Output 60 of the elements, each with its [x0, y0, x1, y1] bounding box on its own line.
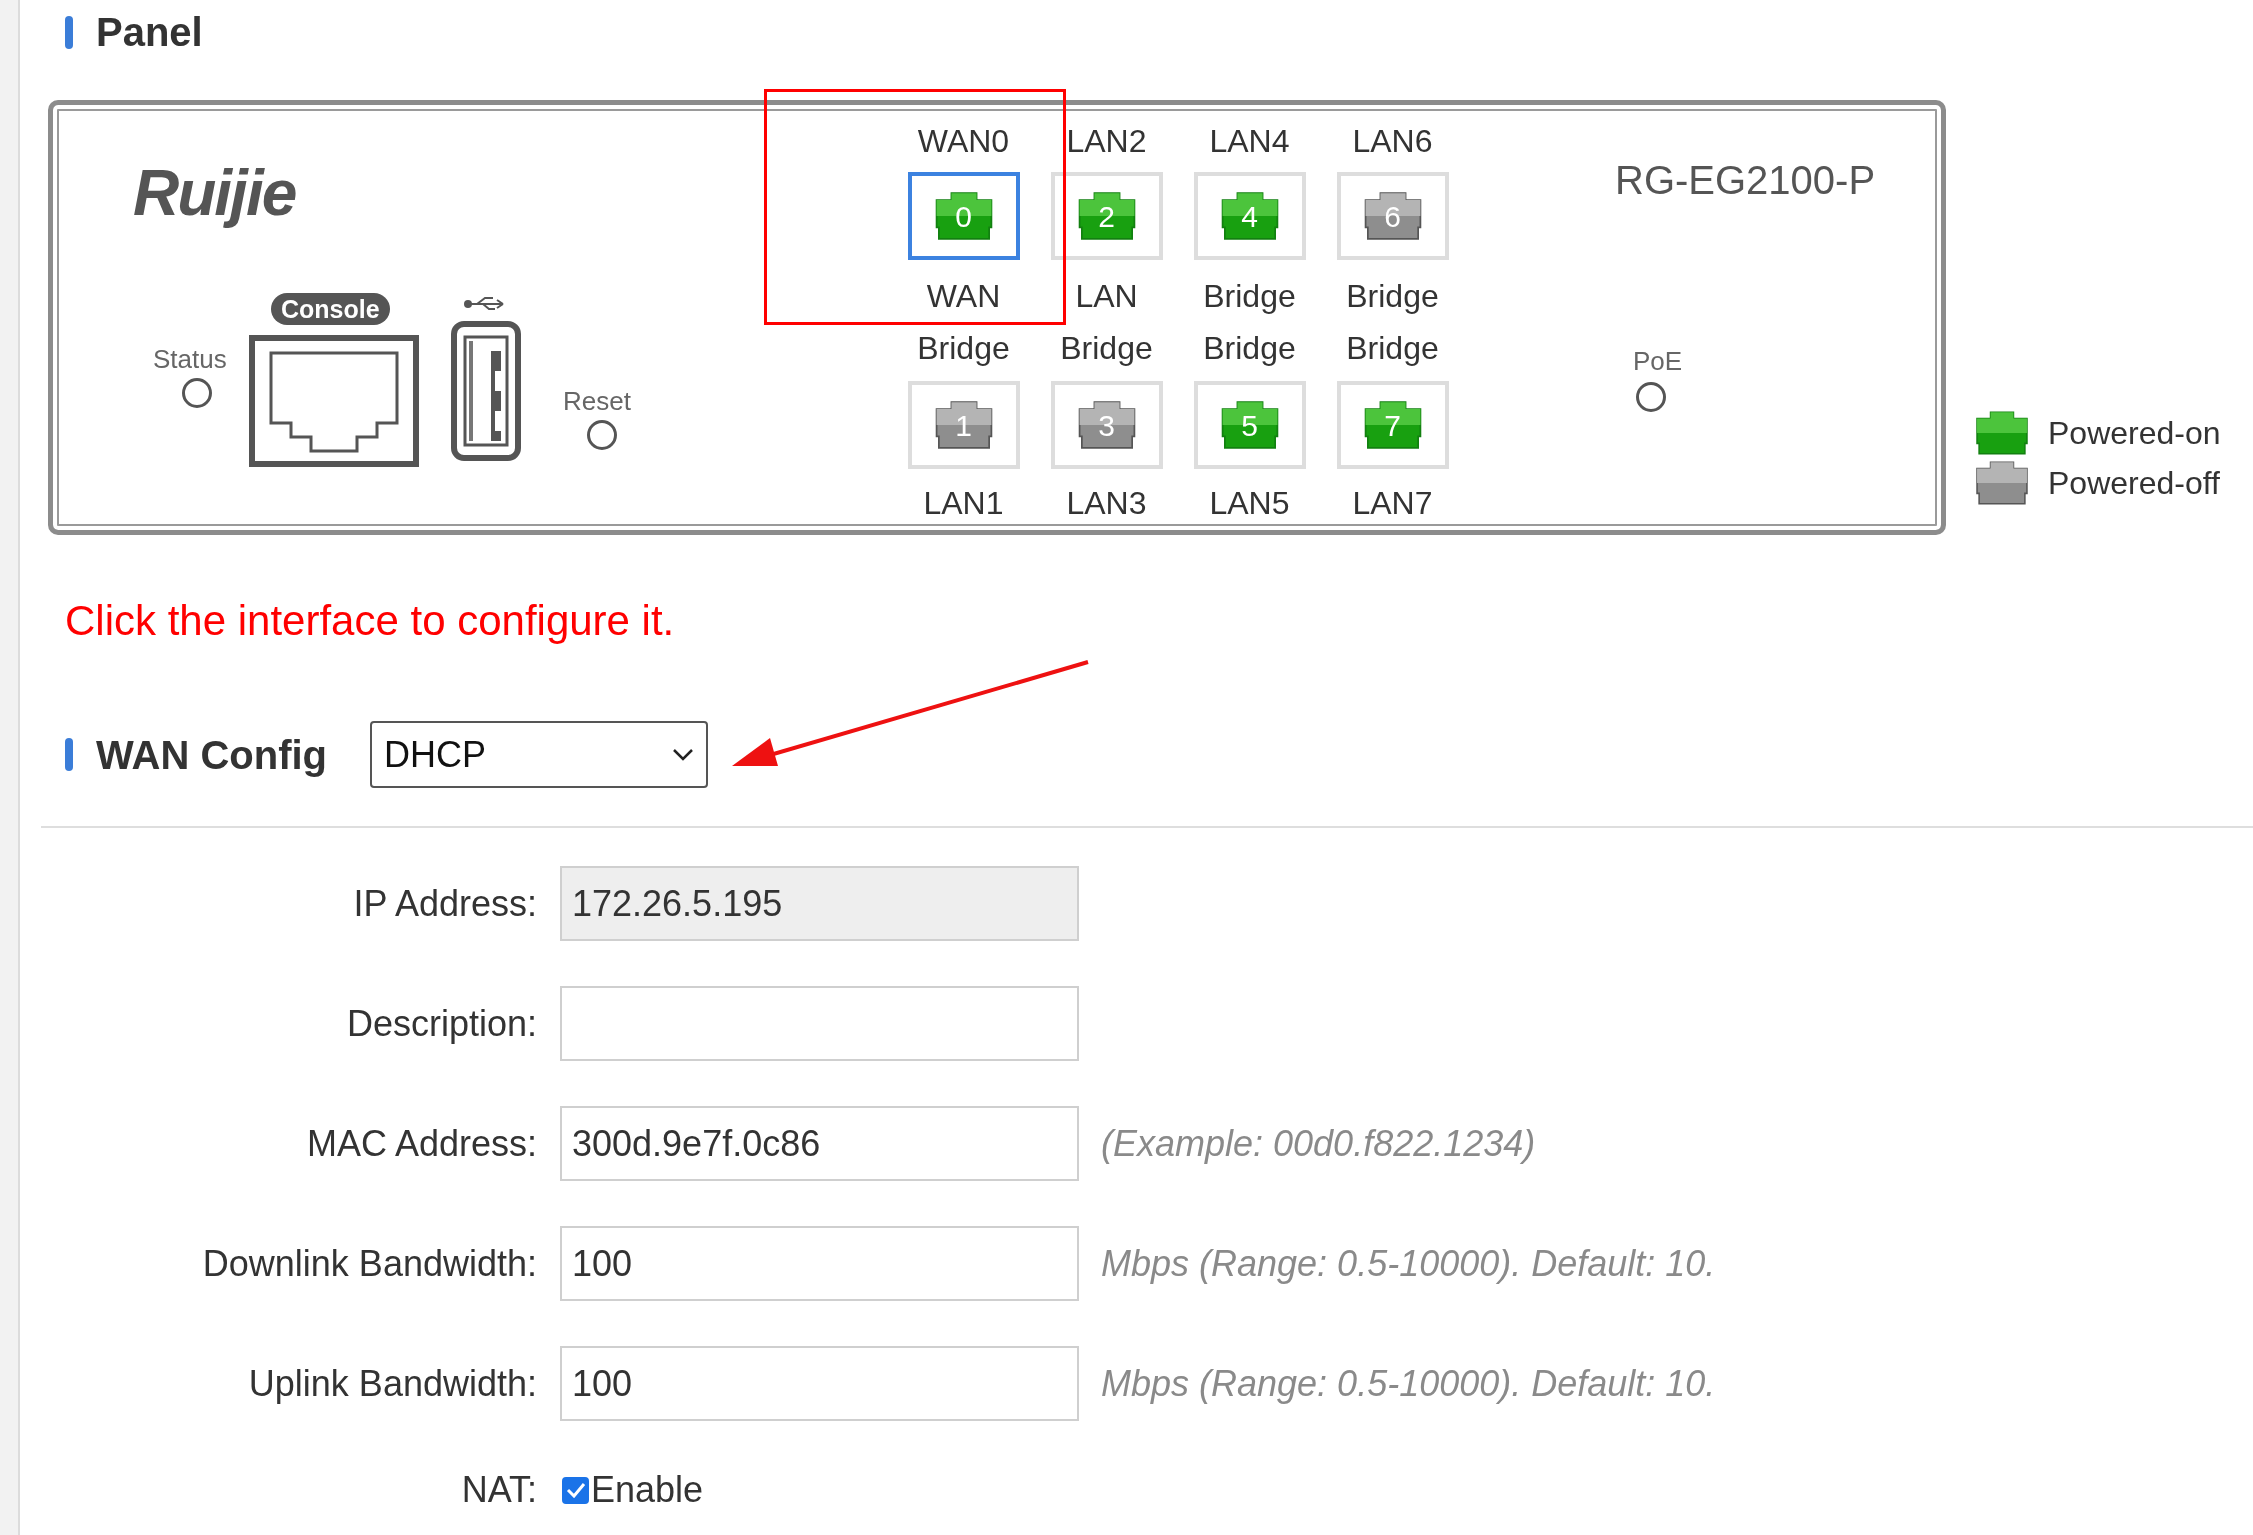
field-label: NAT:	[460, 1468, 537, 1512]
port-name: LAN1	[923, 484, 1004, 523]
port-button[interactable]: 6	[1336, 172, 1449, 260]
checkmark-icon	[565, 1482, 586, 1498]
port-name: LAN6	[1352, 122, 1433, 161]
field-hint: Mbps (Range: 0.5-10000). Default: 10.	[1101, 1241, 1716, 1286]
port-role: Bridge	[1060, 329, 1153, 368]
indicator-light-icon	[1636, 382, 1666, 412]
field-label: IP Address:	[352, 881, 537, 926]
poe-label: PoE	[1633, 345, 1683, 377]
heading-accent-bar	[65, 738, 73, 771]
status-label: Status	[153, 343, 227, 375]
port-button[interactable]: 1	[907, 381, 1020, 469]
port-role: Bridge	[1203, 277, 1296, 316]
model-name: RG-EG2100-P	[1615, 157, 1876, 204]
input-field[interactable]: 100	[560, 1346, 1079, 1421]
legend-label: Powered-on	[2048, 414, 2221, 453]
field-hint: Mbps (Range: 0.5-10000). Default: 10.	[1101, 1361, 1716, 1406]
input-field[interactable]: 300d.9e7f.0c86	[560, 1106, 1079, 1181]
port-name: LAN3	[1066, 484, 1147, 523]
port-name: LAN2	[1066, 122, 1147, 161]
port-button[interactable]: 3	[1050, 381, 1163, 469]
checkbox-label: Enable	[591, 1468, 704, 1512]
instruction-text: Click the interface to configure it.	[65, 596, 676, 646]
usb-port-icon	[451, 321, 521, 461]
section-title: WAN Config	[96, 734, 328, 775]
port-role: LAN	[1075, 277, 1138, 316]
port-name: LAN5	[1209, 484, 1290, 523]
field-label: Uplink Bandwidth:	[247, 1361, 537, 1406]
port-button[interactable]: 7	[1336, 381, 1449, 469]
nat-checkbox[interactable]	[562, 1476, 589, 1504]
field-label: Description:	[345, 1001, 537, 1046]
field-hint: (Example: 00d0.f822.1234)	[1101, 1121, 1536, 1166]
input-field[interactable]: 100	[560, 1226, 1079, 1301]
reset-hole-icon	[587, 420, 617, 450]
port-name: LAN7	[1352, 484, 1433, 523]
console-port-icon	[249, 335, 419, 467]
port-button[interactable]: 5	[1193, 381, 1306, 469]
port-role: Bridge	[1346, 329, 1439, 368]
legend-label: Powered-off	[2048, 464, 2220, 503]
port-button[interactable]: 4	[1193, 172, 1306, 260]
input-field[interactable]	[560, 986, 1079, 1061]
port-role: Bridge	[917, 329, 1010, 368]
field-label: Downlink Bandwidth:	[201, 1241, 537, 1286]
port-role: Bridge	[1203, 329, 1296, 368]
chevron-down-icon	[672, 747, 695, 762]
wan-mode-dropdown[interactable]: DHCP	[370, 721, 709, 788]
heading-accent-bar	[65, 15, 73, 49]
port-name: WAN0	[917, 122, 1010, 161]
port-button[interactable]: 2	[1050, 172, 1163, 260]
brand-logo: Ruijie	[133, 156, 296, 231]
port-name: LAN4	[1209, 122, 1290, 161]
port-role: Bridge	[1346, 277, 1439, 316]
field-label: MAC Address:	[305, 1121, 537, 1166]
port-button[interactable]: 0	[907, 172, 1020, 260]
port-role: WAN	[926, 277, 1001, 316]
indicator-light-icon	[182, 378, 212, 408]
reset-label: Reset	[563, 385, 631, 417]
console-label: Console	[271, 293, 390, 325]
section-title: Panel	[96, 12, 203, 52]
